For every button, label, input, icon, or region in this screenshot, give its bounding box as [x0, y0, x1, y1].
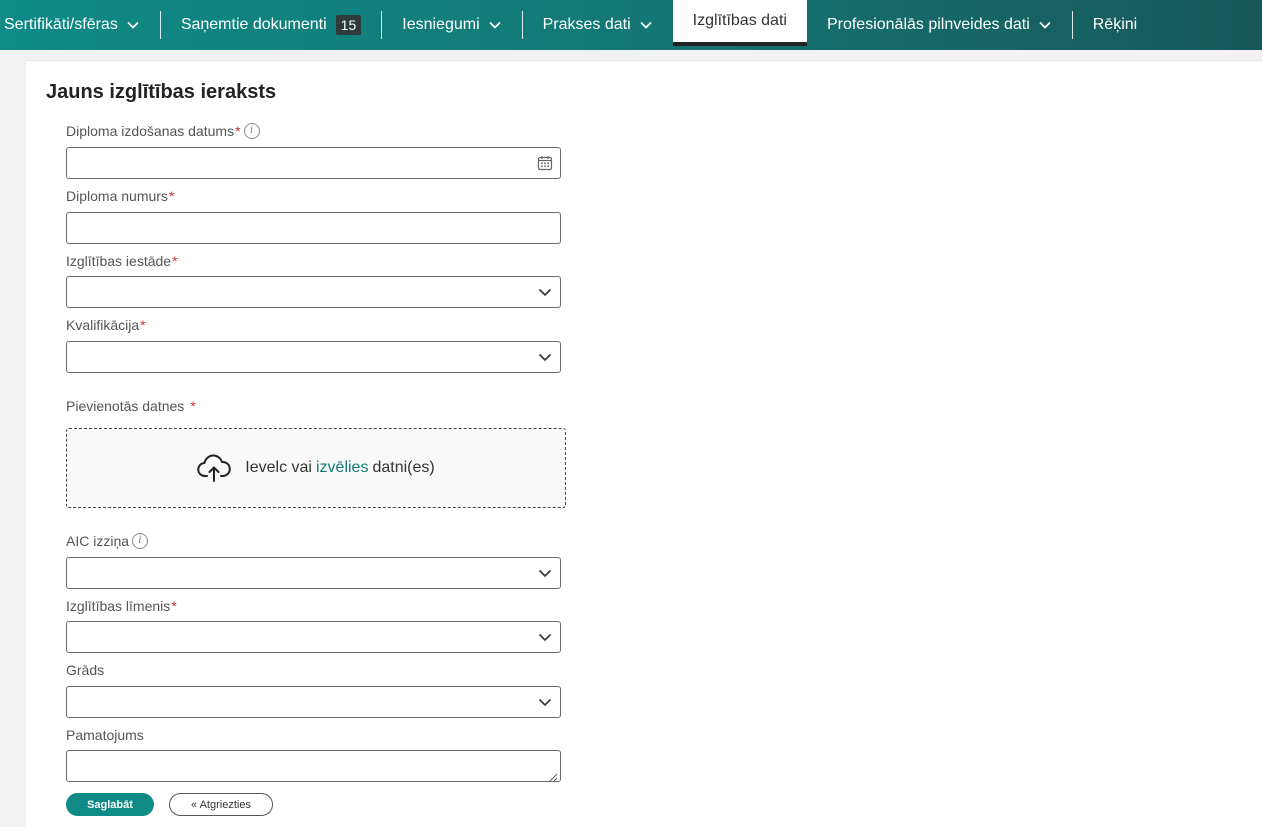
diploma-date-input[interactable]: [67, 148, 560, 178]
chevron-down-icon: [488, 18, 502, 32]
required-mark: *: [140, 317, 146, 333]
cloud-upload-icon: [197, 453, 232, 483]
aic-select[interactable]: [66, 557, 561, 589]
nav-item-label: Izglītības dati: [692, 12, 787, 29]
diploma-date-label: Diploma izdošanas datums * i: [66, 123, 260, 139]
nav-item-certificates[interactable]: Sertifikāti/sfēras: [0, 0, 160, 50]
file-dropzone[interactable]: Ievelc vai izvēlies datni(es): [66, 428, 566, 508]
form-panel: Jauns izglītības ieraksts Diploma izdoša…: [26, 60, 1262, 827]
info-icon[interactable]: i: [132, 533, 149, 549]
institution-label: Izglītības iestāde *: [66, 253, 178, 269]
nav-item-label: Sertifikāti/sfēras: [4, 16, 118, 33]
label-text: Diploma izdošanas datums: [66, 123, 235, 139]
top-nav: Sertifikāti/sfēras Saņemtie dokumenti 15…: [0, 0, 1262, 50]
required-mark: *: [168, 188, 175, 204]
nav-item-label: Prakses dati: [542, 16, 631, 33]
degree-select[interactable]: [66, 686, 561, 718]
count-badge: 15: [335, 15, 362, 35]
required-mark: *: [172, 253, 178, 269]
label-text: Diploma numurs: [66, 188, 168, 204]
choose-file-link[interactable]: izvēlies: [316, 459, 368, 477]
required-mark: *: [171, 598, 177, 614]
label-text: Pamatojums: [66, 727, 144, 743]
save-button[interactable]: Saglabāt: [66, 793, 154, 816]
diploma-number-input[interactable]: [67, 213, 560, 243]
resize-grip-icon[interactable]: [548, 769, 558, 782]
diploma-number-label: Diploma numurs *: [66, 188, 174, 204]
dropzone-text-suffix: datni(es): [372, 459, 435, 476]
institution-select[interactable]: [66, 276, 561, 308]
chevron-down-icon: [126, 18, 140, 32]
label-text: Kvalifikācija: [66, 317, 140, 333]
justification-label: Pamatojums: [66, 727, 144, 743]
back-button[interactable]: « Atgriezties: [169, 793, 273, 816]
calendar-icon[interactable]: [537, 155, 553, 171]
nav-item-practice-data[interactable]: Prakses dati: [523, 0, 673, 50]
label-text: Izglītības līmenis: [66, 598, 171, 614]
chevron-down-icon: [1038, 18, 1052, 32]
nav-item-received-documents[interactable]: Saņemtie dokumenti 15: [161, 0, 381, 50]
justification-textarea[interactable]: [66, 750, 561, 782]
label-text: AIC izziņa: [66, 533, 130, 549]
dropzone-text-prefix: Ievelc vai: [245, 459, 312, 476]
chevron-down-icon: [537, 349, 553, 365]
chevron-down-icon: [639, 18, 653, 32]
chevron-down-icon: [537, 565, 553, 581]
qualification-select[interactable]: [66, 341, 561, 373]
label-text: Grāds: [66, 662, 105, 678]
chevron-down-icon: [537, 629, 553, 645]
required-mark: *: [190, 398, 196, 414]
nav-item-label: Iesniegumi: [402, 16, 480, 33]
nav-item-label: Rēķini: [1092, 16, 1138, 33]
aic-label: AIC izziņa i: [66, 533, 149, 549]
nav-item-applications[interactable]: Iesniegumi: [382, 0, 521, 50]
qualification-label: Kvalifikācija *: [66, 317, 146, 333]
nav-item-professional-development[interactable]: Profesionālās pilnveides dati: [807, 0, 1072, 50]
required-mark: *: [235, 123, 241, 139]
nav-item-education-data[interactable]: Izglītības dati: [672, 0, 807, 46]
nav-item-invoices[interactable]: Rēķini: [1073, 0, 1157, 50]
diploma-number-field[interactable]: [66, 212, 561, 244]
attachments-label: Pievienotās datnes *: [66, 398, 196, 414]
chevron-down-icon: [537, 284, 553, 300]
nav-item-label: Saņemtie dokumenti: [180, 16, 327, 33]
diploma-date-field[interactable]: [66, 147, 561, 179]
nav-item-label: Profesionālās pilnveides dati: [826, 16, 1030, 33]
chevron-down-icon: [537, 694, 553, 710]
info-icon[interactable]: i: [243, 123, 260, 139]
degree-label: Grāds: [66, 662, 104, 678]
page-title: Jauns izglītības ieraksts: [46, 81, 277, 103]
edu-level-label: Izglītības līmenis *: [66, 598, 177, 614]
label-text: Izglītības iestāde: [66, 253, 172, 269]
label-text: Pievienotās datnes: [66, 398, 185, 414]
edu-level-select[interactable]: [66, 621, 561, 653]
